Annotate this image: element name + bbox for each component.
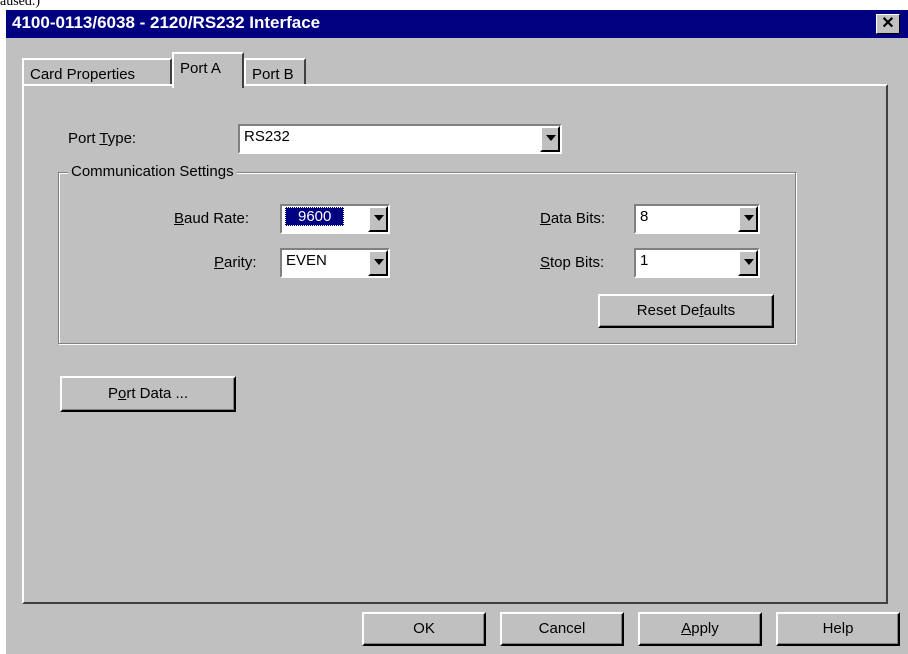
ok-button[interactable]: OK: [362, 612, 486, 646]
tab-panel-port-a: Port Type: RS232 Communication Settings …: [22, 84, 888, 604]
reset-defaults-button[interactable]: Reset Defaults: [598, 294, 774, 328]
chevron-down-icon[interactable]: [540, 126, 560, 152]
chevron-down-icon[interactable]: [368, 250, 388, 276]
port-type-label: Port Type:: [68, 130, 137, 147]
partial-caption-text: aused.): [0, 0, 41, 9]
chevron-down-icon[interactable]: [738, 250, 758, 276]
dialog-window: 4100-0113/6038 - 2120/RS232 Interface ✕ …: [6, 10, 908, 654]
tab-port-b[interactable]: Port B: [244, 58, 306, 86]
tab-port-a-label: Port A: [180, 60, 221, 77]
stop-bits-label: Stop Bits:: [540, 254, 605, 271]
parity-label: Parity:: [214, 254, 257, 271]
port-data-button[interactable]: Port Data ...: [60, 376, 236, 412]
tab-port-a[interactable]: Port A: [172, 52, 244, 88]
window-title: 4100-0113/6038 - 2120/RS232 Interface: [12, 13, 321, 32]
tab-card-properties-label: Card Properties: [30, 66, 136, 83]
data-bits-value: 8: [640, 208, 649, 225]
chevron-down-icon[interactable]: [368, 206, 388, 232]
stop-bits-select[interactable]: 1: [634, 248, 760, 278]
parity-value: EVEN: [286, 252, 327, 269]
port-type-value: RS232: [244, 128, 290, 145]
tab-card-properties[interactable]: Card Properties: [22, 58, 172, 86]
tab-port-b-label: Port B: [252, 66, 294, 83]
port-type-select[interactable]: RS232: [238, 124, 562, 154]
communication-settings-title: Communication Settings: [68, 163, 237, 180]
help-button[interactable]: Help: [776, 612, 900, 646]
chevron-down-icon[interactable]: [738, 206, 758, 232]
data-bits-select[interactable]: 8: [634, 204, 760, 234]
baud-rate-value: 9600: [285, 207, 345, 226]
close-icon[interactable]: ✕: [876, 14, 900, 34]
data-bits-label: Data Bits:: [540, 210, 606, 227]
baud-rate-label: Baud Rate:: [174, 210, 250, 227]
cancel-button[interactable]: Cancel: [500, 612, 624, 646]
apply-button[interactable]: Apply: [638, 612, 762, 646]
baud-rate-select[interactable]: 9600: [280, 204, 390, 234]
stop-bits-value: 1: [640, 252, 649, 269]
title-bar[interactable]: 4100-0113/6038 - 2120/RS232 Interface ✕: [6, 10, 908, 38]
parity-select[interactable]: EVEN: [280, 248, 390, 278]
